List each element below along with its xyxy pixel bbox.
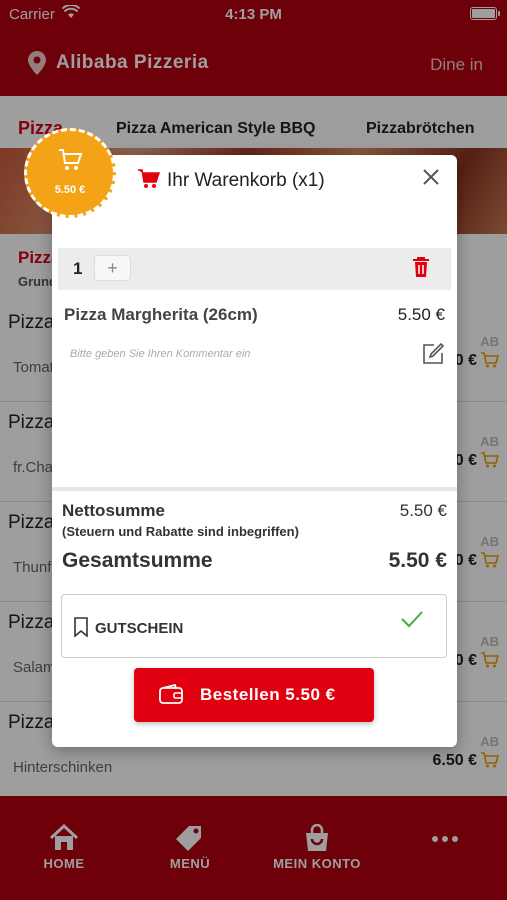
cart-item-name: Pizza Margherita (26cm) bbox=[64, 305, 258, 324]
edit-icon[interactable] bbox=[421, 342, 445, 371]
cart-item-price: 5.50 € bbox=[397, 305, 445, 324]
quantity-value: 1 bbox=[73, 259, 83, 278]
order-button[interactable]: Bestellen 5.50 € bbox=[134, 668, 374, 722]
close-icon[interactable] bbox=[421, 167, 441, 192]
grand-total-label: Gesamtsumme bbox=[62, 549, 213, 572]
grand-total-value: 5.50 € bbox=[388, 549, 447, 572]
cart-title: Ihr Warenkorb (x1) bbox=[167, 170, 325, 191]
cart-dialog: Ihr Warenkorb (x1) 1 + Pizza Margherita … bbox=[52, 155, 457, 747]
order-button-label: Bestellen 5.50 € bbox=[200, 685, 336, 704]
cart-badge[interactable]: 5.50 € bbox=[24, 128, 116, 218]
increase-quantity-button[interactable]: + bbox=[94, 255, 131, 281]
voucher-label: GUTSCHEIN bbox=[95, 620, 184, 637]
shopping-cart-icon bbox=[138, 169, 161, 194]
voucher-field[interactable]: GUTSCHEIN bbox=[61, 594, 447, 658]
cart-badge-amount: 5.50 € bbox=[54, 184, 86, 196]
check-icon[interactable] bbox=[400, 609, 424, 634]
net-total-label: Nettosumme bbox=[62, 501, 165, 520]
shopping-cart-icon bbox=[59, 149, 83, 176]
wallet-icon bbox=[159, 683, 183, 709]
trash-icon[interactable] bbox=[411, 256, 431, 283]
comment-input[interactable]: Bitte geben Sie Ihren Kommentar ein bbox=[70, 348, 250, 360]
bookmark-icon bbox=[74, 617, 88, 642]
app-screen: Carrier 4:13 PM Alibaba Pizzeria Dine in… bbox=[0, 0, 507, 900]
section-divider bbox=[52, 487, 457, 491]
tax-note: (Steuern und Rabatte sind inbegriffen) bbox=[62, 524, 299, 539]
quantity-bar: 1 + bbox=[58, 248, 451, 290]
net-total-value: 5.50 € bbox=[399, 501, 447, 520]
